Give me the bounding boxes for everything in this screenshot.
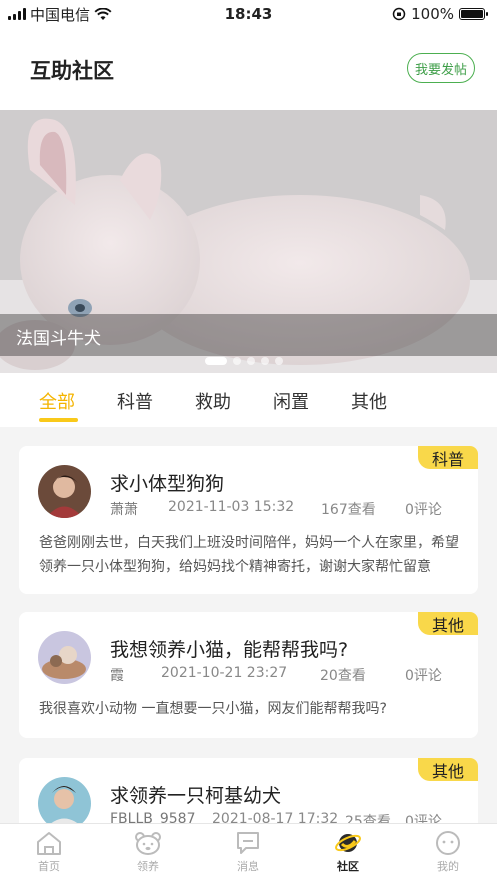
- tab-idle[interactable]: 闲置: [273, 388, 309, 414]
- post-card[interactable]: 科普 求小体型狗狗 萧萧 2021-11-03 15:32 167查看 0评论 …: [19, 446, 478, 594]
- post-title: 求小体型狗狗: [110, 473, 225, 495]
- bottom-tab-bar: 首页 领养 消息 社区 我的: [0, 823, 497, 883]
- profile-icon: [436, 831, 460, 855]
- home-icon: [37, 832, 61, 855]
- tabbar-item-profile[interactable]: 我的: [418, 830, 478, 874]
- post-views: 20查看: [320, 668, 366, 684]
- status-bar: 中国电信 18:43 100%: [0, 0, 497, 28]
- post-content: 爸爸刚刚去世，白天我们上班没时间陪伴，妈妈一个人在家里，希望领养一只小体型狗狗，…: [39, 535, 459, 575]
- post-card[interactable]: 其他 我想领养小猫，能帮帮我吗? 霞 2021-10-21 23:27 20查看…: [19, 612, 478, 738]
- battery-icon: [459, 8, 488, 20]
- post-author: 霞: [110, 668, 124, 684]
- post-comments: 0评论: [405, 668, 442, 684]
- post-title: 我想领养小猫，能帮帮我吗?: [110, 639, 349, 661]
- category-tabs: 全部 科普 救助 闲置 其他: [0, 373, 497, 427]
- tabbar-label: 首页: [38, 860, 60, 873]
- orientation-lock-icon: [392, 7, 406, 21]
- signal-icon: [8, 8, 26, 20]
- carousel-dot[interactable]: [261, 357, 269, 365]
- page-header: 互助社区 我要发帖: [0, 28, 497, 110]
- tab-rescue[interactable]: 救助: [195, 388, 231, 414]
- tabbar-item-home[interactable]: 首页: [19, 830, 79, 874]
- post-datetime: 2021-11-03 15:32: [168, 499, 295, 515]
- tab-science[interactable]: 科普: [117, 388, 153, 414]
- category-badge: 其他: [418, 612, 478, 635]
- avatar[interactable]: [38, 465, 91, 518]
- clock: 18:43: [224, 5, 273, 23]
- post-content: 我很喜欢小动物 一直想要一只小猫，网友们能帮帮我吗?: [39, 701, 387, 717]
- post-datetime: 2021-10-21 23:27: [161, 665, 288, 681]
- active-tab-indicator: [39, 418, 78, 422]
- planet-icon: [335, 834, 361, 852]
- category-badge: 其他: [418, 758, 478, 781]
- tabbar-label: 我的: [437, 860, 459, 873]
- battery-percent: 100%: [411, 5, 454, 23]
- tabbar-item-adopt[interactable]: 领养: [118, 830, 178, 874]
- post-comments: 0评论: [405, 502, 442, 518]
- banner-carousel[interactable]: 法国斗牛犬: [0, 110, 497, 373]
- avatar[interactable]: [38, 631, 91, 684]
- wifi-icon: [94, 7, 112, 20]
- post-author: 萧萧: [110, 502, 138, 518]
- tabbar-item-community[interactable]: 社区: [318, 830, 378, 874]
- tab-other[interactable]: 其他: [351, 388, 387, 414]
- tabbar-label: 社区: [337, 860, 359, 873]
- carousel-dot[interactable]: [205, 357, 227, 365]
- bear-icon: [135, 832, 161, 855]
- post-views: 167查看: [321, 502, 376, 518]
- banner-caption: 法国斗牛犬: [16, 329, 101, 349]
- category-badge: 科普: [418, 446, 478, 469]
- carrier-text: 中国电信: [30, 5, 91, 24]
- tab-all[interactable]: 全部: [39, 388, 75, 414]
- tabbar-label: 领养: [137, 860, 159, 873]
- carousel-dot[interactable]: [247, 357, 255, 365]
- carousel-indicator: [205, 357, 283, 365]
- tabbar-item-messages[interactable]: 消息: [218, 830, 278, 874]
- page-title: 互助社区: [30, 59, 114, 83]
- post-button[interactable]: 我要发帖: [407, 53, 475, 83]
- banner-caption-bar: 法国斗牛犬: [0, 314, 497, 356]
- post-title: 求领养一只柯基幼犬: [110, 785, 282, 807]
- message-icon: [237, 832, 259, 854]
- tabbar-label: 消息: [237, 860, 259, 873]
- carousel-dot[interactable]: [233, 357, 241, 365]
- carousel-dot[interactable]: [275, 357, 283, 365]
